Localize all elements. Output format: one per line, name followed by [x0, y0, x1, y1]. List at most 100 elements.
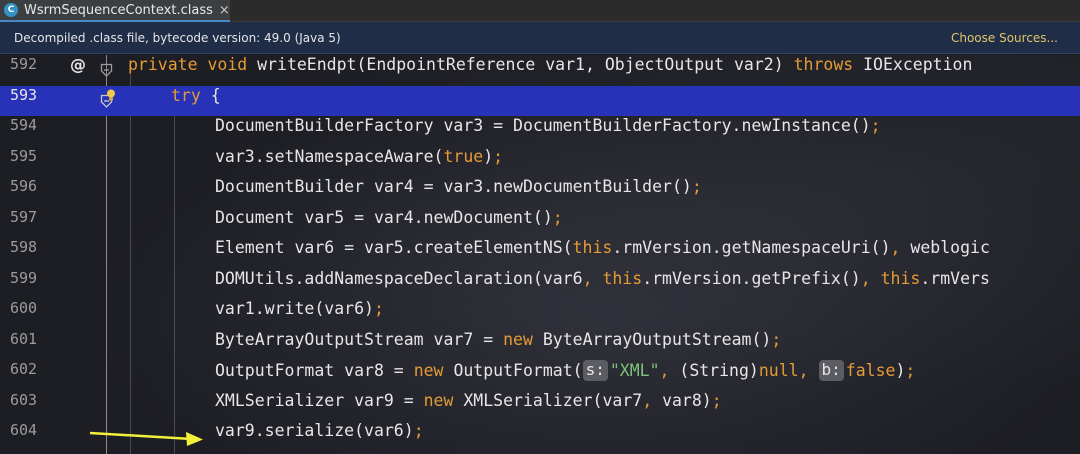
code-token: IOException: [863, 55, 973, 74]
line-number[interactable]: 594: [10, 116, 37, 147]
line-number[interactable]: 600: [10, 299, 37, 330]
string-token: "XML": [609, 361, 660, 380]
code-token: weblogic: [910, 238, 990, 257]
line-number[interactable]: 593: [10, 86, 37, 117]
code-token: OutputFormat(: [453, 361, 583, 380]
keyword-token: true: [443, 146, 484, 166]
code-token: {: [210, 85, 221, 105]
code-line: 598 Element var6 = var5.createElementNS(t…: [0, 238, 1080, 269]
code-token: .rmVersion.getNamespaceUri(): [612, 238, 891, 257]
keyword-token: try: [171, 85, 211, 105]
keyword-token: ;: [373, 299, 384, 318]
code-token: ): [895, 361, 906, 380]
code-text[interactable]: private void writeEndpt(EndpointReferenc…: [128, 55, 972, 86]
code-line: 602 OutputFormat var8 = new OutputFormat(…: [0, 360, 1080, 391]
keyword-token: new: [423, 390, 464, 410]
keyword-token: private void: [128, 55, 258, 74]
line-number[interactable]: 603: [10, 391, 37, 422]
choose-sources-link[interactable]: Choose Sources...: [951, 31, 1058, 45]
code-line: 597 Document var5 = var4.newDocument();: [0, 208, 1080, 239]
code-text[interactable]: DocumentBuilder var4 = var3.newDocumentB…: [215, 177, 702, 208]
annotation-icon[interactable]: @: [70, 55, 86, 86]
keyword-token: ;: [552, 207, 563, 227]
class-file-icon: C: [4, 3, 18, 17]
code-text[interactable]: var1.write(var6);: [215, 299, 384, 330]
code-token: .rmVersion.getPrefix(): [642, 268, 861, 288]
line-number[interactable]: 602: [10, 360, 37, 391]
keyword-token: ;: [771, 329, 782, 349]
code-text[interactable]: ByteArrayOutputStream var7 = new ByteArr…: [215, 330, 781, 361]
keyword-token: ;: [711, 390, 722, 410]
code-token: var1.write(var6): [215, 299, 374, 318]
line-number[interactable]: 592: [10, 55, 37, 86]
code-token: XMLSerializer(var7: [463, 390, 643, 410]
tab-title: WsrmSequenceContext.class: [24, 2, 213, 18]
code-text[interactable]: DOMUtils.addNamespaceDeclaration(var6, t…: [215, 269, 990, 300]
code-token: DOMUtils.addNamespaceDeclaration(var6: [215, 268, 583, 288]
code-line: 600 var1.write(var6);: [0, 299, 1080, 330]
code-line: 592 @ private void writeEndpt(EndpointRefe…: [0, 55, 1080, 86]
code-text[interactable]: var3.setNamespaceAware(true);: [215, 147, 503, 178]
code-line: 601 ByteArrayOutputStream var7 = new Byte…: [0, 330, 1080, 361]
code-token: ): [483, 146, 494, 166]
keyword-token: ,: [659, 361, 680, 380]
code-token: (String): [679, 361, 759, 380]
code-line: 604 var9.serialize(var6);: [0, 421, 1080, 452]
code-token: Document var5 = var4.newDocument(): [215, 207, 553, 227]
keyword-token: ;: [413, 421, 424, 440]
code-text[interactable]: try {: [171, 86, 221, 117]
code-line: 596 DocumentBuilder var4 = var3.newDocume…: [0, 177, 1080, 208]
code-token: XMLSerializer var9 =: [215, 390, 424, 410]
parameter-hint: s:: [582, 360, 608, 381]
line-number[interactable]: 598: [10, 238, 37, 269]
code-token: DocumentBuilder var4 = var3.newDocumentB…: [215, 177, 692, 196]
tab-wsrm-sequence-context[interactable]: C WsrmSequenceContext.class ×: [0, 0, 230, 22]
keyword-token: ;: [691, 177, 702, 196]
code-token: ByteArrayOutputStream(): [542, 329, 772, 349]
parameter-hint: b:: [818, 360, 844, 381]
line-number[interactable]: 601: [10, 330, 37, 361]
keyword-token: ,: [860, 268, 881, 288]
code-token: var3.setNamespaceAware(: [215, 146, 444, 166]
code-text[interactable]: var9.serialize(var6);: [215, 421, 424, 452]
code-token: ByteArrayOutputStream var7 =: [215, 329, 504, 349]
lightbulb-icon[interactable]: [106, 89, 116, 101]
line-number[interactable]: 599: [10, 269, 37, 300]
keyword-token: ,: [798, 361, 819, 380]
close-icon[interactable]: ×: [219, 3, 230, 18]
line-number[interactable]: 604: [10, 421, 37, 452]
keyword-token: ;: [905, 361, 916, 380]
code-line: 603 XMLSerializer var9 = new XMLSerialize…: [0, 391, 1080, 422]
code-token: DocumentBuilderFactory var3 = DocumentBu…: [215, 116, 871, 135]
code-text[interactable]: OutputFormat var8 = new OutputFormat(s: "…: [215, 360, 915, 391]
code-token: OutputFormat var8 =: [215, 361, 414, 380]
fold-icon[interactable]: [100, 63, 113, 78]
code-text[interactable]: DocumentBuilderFactory var3 = DocumentBu…: [215, 116, 881, 147]
code-line: 594 DocumentBuilderFactory var3 = Documen…: [0, 116, 1080, 147]
keyword-token: false: [845, 361, 896, 380]
keyword-token: throws: [793, 55, 864, 74]
code-editor[interactable]: 592 @ private void writeEndpt(EndpointRefe…: [0, 55, 1080, 454]
code-token: var9.serialize(var6): [215, 421, 414, 440]
keyword-token: null: [758, 361, 799, 380]
keyword-token: ;: [493, 146, 504, 166]
banner-text: Decompiled .class file, bytecode version…: [14, 30, 341, 45]
code-token: writeEndpt(EndpointReference var1, Objec…: [257, 55, 794, 74]
line-number[interactable]: 595: [10, 147, 37, 178]
keyword-token: this: [602, 268, 643, 288]
keyword-token: ,: [890, 238, 911, 257]
editor-tab-bar: C WsrmSequenceContext.class ×: [0, 0, 1080, 22]
keyword-token: ;: [870, 116, 881, 135]
keyword-token: new: [503, 329, 543, 349]
line-number[interactable]: 597: [10, 208, 37, 239]
code-text[interactable]: Document var5 = var4.newDocument();: [215, 208, 563, 239]
keyword-token: this: [880, 268, 921, 288]
keyword-token: ,: [642, 390, 663, 410]
code-line: 599 DOMUtils.addNamespaceDeclaration(var6…: [0, 269, 1080, 300]
decompiled-banner: Decompiled .class file, bytecode version…: [0, 22, 1080, 54]
code-text[interactable]: Element var6 = var5.createElementNS(this…: [215, 238, 990, 269]
code-line: 595 var3.setNamespaceAware(true);: [0, 147, 1080, 178]
line-number[interactable]: 596: [10, 177, 37, 208]
code-text[interactable]: XMLSerializer var9 = new XMLSerializer(v…: [215, 391, 722, 422]
keyword-token: this: [572, 238, 613, 257]
